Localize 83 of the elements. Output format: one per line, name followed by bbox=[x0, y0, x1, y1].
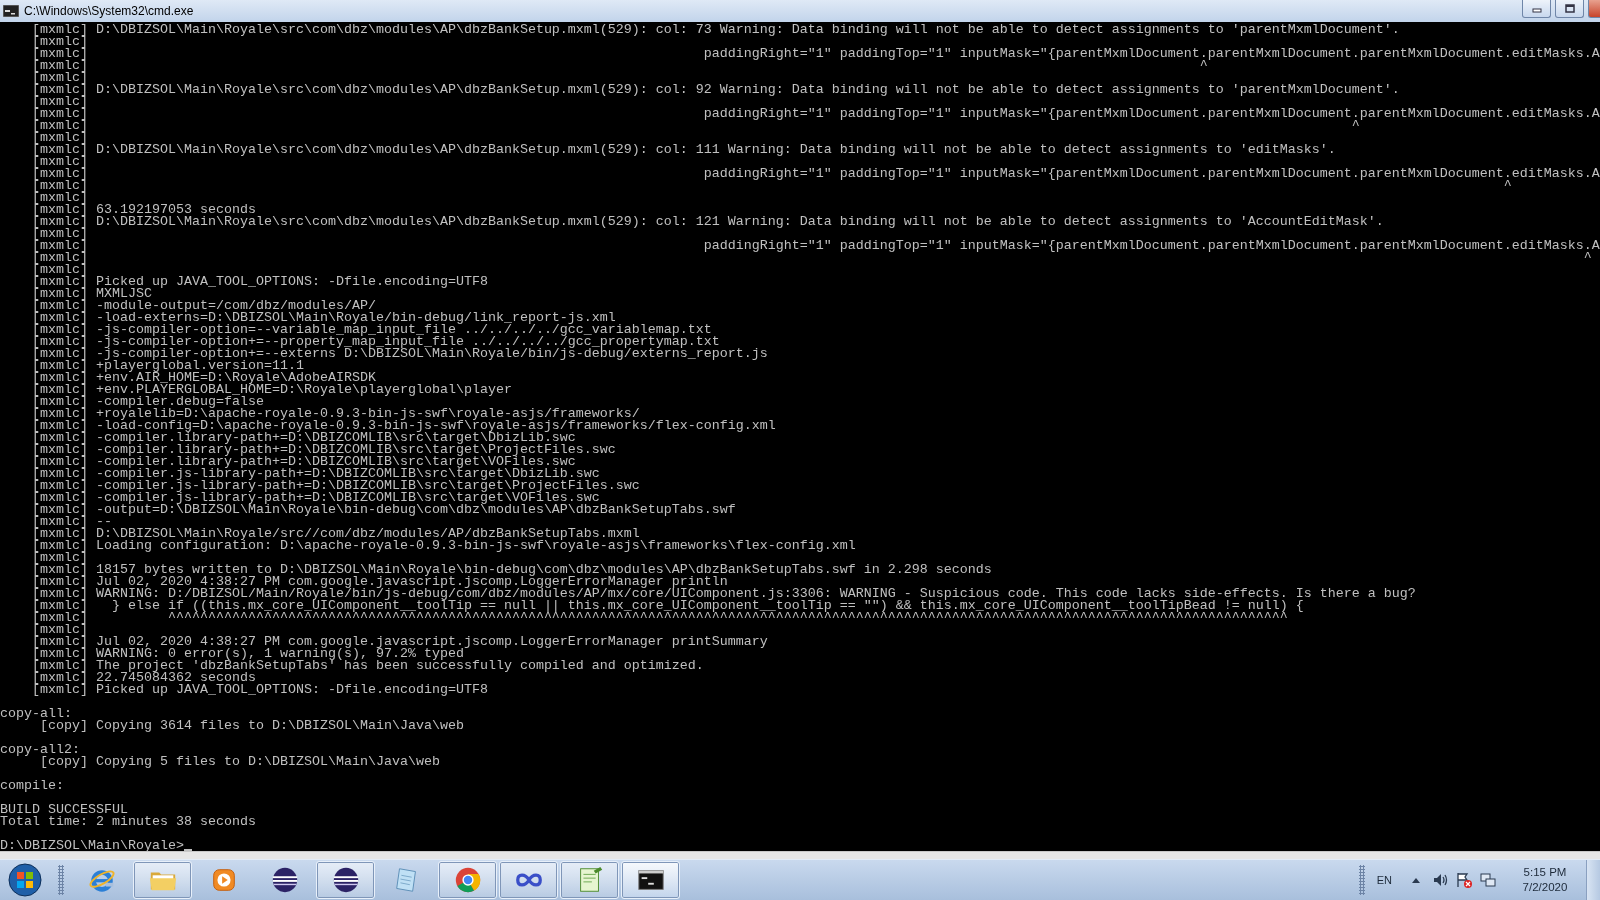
console-line: [mxmlc] -compiler.library-path+=D:\DBIZCOMLIB\src\target\ProjectFiles.swc bbox=[31, 444, 616, 456]
console-line: [mxmlc] 18157 bytes written to D:\DBIZSOL\Main\Royale\bin-debug\com\dbz\modules\AP\dbzBankSetupTabs.swf in 2.298 seconds bbox=[31, 564, 992, 576]
console-line: [mxmlc] ^^^^^^^^^^^^^^^^^^^^^^^^^^^^^^^^^^^^^^^^^^^^^^^^^^^^^^^^^^^^^^^^^^^^^^^^^^^^^^^^^^^^^^^^^^^^^^^^^^^^^^^^^^^^^^^^^^^^^^^^^^^^^^^^^^^^^^^^^^^^ bbox=[31, 612, 1288, 624]
console-line: [mxmlc] D:\DBIZSOL\Main\Royale\src\com\dbz\modules\AP\dbzBankSetup.mxml(529): col: 73 Warning: Data binding will not be able to detect assignments to 'parentMxmlDocument'. bbox=[31, 24, 1400, 36]
show-desktop-button[interactable] bbox=[1586, 859, 1600, 900]
console-line: [mxmlc] -compiler.js-library-path+=D:\DBIZCOMLIB\src\target\DbizLib.swc bbox=[31, 468, 600, 480]
console-line: Total time: 2 minutes 38 seconds bbox=[0, 816, 256, 828]
restore-button[interactable] bbox=[1555, 0, 1584, 18]
console-line: [mxmlc] -js-compiler-option=--variable_map_input_file ../../../../gcc_variablemap.txt bbox=[31, 324, 712, 336]
console-line: [mxmlc] paddingRight="1" paddingTop="1" inputMask="{parentMxmlDocument.parentMxmlDocument.parentMxmlDocument.editMasks.A bbox=[31, 48, 1600, 60]
console-line: [mxmlc] -load-externs=D:\DBIZSOL\Main\Royale/bin-debug/link_report-js.xml bbox=[31, 312, 616, 324]
console-line: [mxmlc] -js-compiler-option+=--externs D:\DBIZSOL\Main\Royale/bin/js-debug/externs_report.js bbox=[31, 348, 768, 360]
console-line: [mxmlc] WARNING: 0 error(s), 1 warning(s), 97.2% typed bbox=[31, 648, 464, 660]
console-line: [mxmlc] paddingRight="1" paddingTop="1" inputMask="{parentMxmlDocument.parentMxmlDocument.parentMxmlDocument.editMasks.A bbox=[31, 168, 1600, 180]
console-line: [mxmlc] D:\DBIZSOL\Main\Royale\src\com\dbz\modules\AP\dbzBankSetup.mxml(529): col: 92 Warning: Data binding will not be able to detect assignments to 'parentMxmlDocument'. bbox=[31, 84, 1400, 96]
console-line: [mxmlc] D:\DBIZSOL\Main\Royale\src\com\dbz\modules\AP\dbzBankSetup.mxml(529): col: 111 Warning: Data binding will not be able to detect assignments to 'editMasks'. bbox=[31, 144, 1336, 156]
console-line: [mxmlc] -load-config=D:\apache-royale-0.9.3-bin-js-swf\royale-asjs/frameworks/flex-config.xml bbox=[31, 420, 776, 432]
console-line: copy-all: bbox=[0, 708, 72, 720]
console-line: [mxmlc] -compiler.debug=false bbox=[31, 396, 264, 408]
console-line: [mxmlc] bbox=[31, 624, 88, 636]
console-line: [mxmlc] 63.192197053 seconds bbox=[31, 204, 256, 216]
flag-icon[interactable] bbox=[1456, 872, 1472, 888]
console-line: [mxmlc] paddingRight="1" paddingTop="1" inputMask="{parentMxmlDocument.parentMxmlDocument.parentMxmlDocument.editMasks.A bbox=[31, 108, 1600, 120]
taskbar-button[interactable] bbox=[621, 861, 680, 899]
console-line: [mxmlc] Loading configuration: D:\apache-royale-0.9.3-bin-js-swf\royale-asjs\frameworks\flex-config.xml bbox=[31, 540, 856, 552]
console-line: [mxmlc] bbox=[31, 192, 88, 204]
console-line: [mxmlc] 22.745084362 seconds bbox=[31, 672, 256, 684]
console-line: [mxmlc] bbox=[31, 96, 88, 108]
console-line: [mxmlc] bbox=[31, 156, 88, 168]
console-line: [mxmlc] Jul 02, 2020 4:38:27 PM com.google.javascript.jscomp.LoggerErrorManager println bbox=[31, 576, 728, 588]
orb-icon bbox=[7, 862, 43, 898]
console-line: [mxmlc] ^ bbox=[31, 120, 1360, 132]
console-line: [mxmlc] bbox=[31, 264, 88, 276]
console-line: [mxmlc] ^ bbox=[31, 252, 1592, 264]
text-cursor bbox=[183, 849, 192, 851]
console-line: [mxmlc] bbox=[31, 132, 88, 144]
language-indicator[interactable]: EN bbox=[1376, 874, 1392, 886]
console-line: [mxmlc] WARNING: D:/DBIZSOL/Main/Royale/bin/js-debug/com/dbz/modules/AP/mx/core/UIComponent.js:3306: WARNING - Suspicious code. This code lacks side-effects. Is there a bug? bbox=[31, 588, 1416, 600]
console-line: [mxmlc] bbox=[31, 72, 88, 84]
console-line: [mxmlc] -js-compiler-option+=--property_map_input_file ../../../../gcc_propertymap.txt bbox=[31, 336, 720, 348]
console-line: [mxmlc] +royalelib=D:\apache-royale-0.9.3-bin-js-swf\royale-asjs/frameworks/ bbox=[31, 408, 640, 420]
console-line: BUILD SUCCESSFUL bbox=[0, 804, 128, 816]
console-line: [mxmlc] Picked up JAVA_TOOL_OPTIONS: -Dfile.encoding=UTF8 bbox=[31, 684, 488, 696]
chevron-up-icon[interactable] bbox=[1412, 877, 1420, 883]
console-line: [mxmlc] D:\DBIZSOL\Main\Royale\src\com\dbz\modules\AP\dbzBankSetup.mxml(529): col: 121 Warning: Data binding will not be able to detect assignments to 'AccountEditMask'. bbox=[31, 216, 1384, 228]
console-line: [mxmlc] -- bbox=[31, 516, 112, 528]
console-line: [mxmlc] D:\DBIZSOL\Main\Royale/src//com/dbz/modules/AP/dbzBankSetupTabs.mxml bbox=[31, 528, 640, 540]
console-line: [mxmlc] -compiler.library-path+=D:\DBIZCOMLIB\src\target\DbizLib.swc bbox=[31, 432, 576, 444]
console-line: [mxmlc] The project 'dbzBankSetupTabs' has been successfully compiled and optimized. bbox=[31, 660, 704, 672]
console-line: [mxmlc] bbox=[31, 552, 88, 564]
network-icon[interactable] bbox=[1480, 872, 1496, 888]
window-title: C:\Windows\System32\cmd.exe bbox=[24, 4, 194, 18]
console-line: [mxmlc] +env.PLAYERGLOBAL_HOME=D:\Royale\playerglobal\player bbox=[31, 384, 512, 396]
toolbar-grip[interactable] bbox=[58, 865, 64, 895]
console-line: [mxmlc] bbox=[31, 36, 88, 48]
speaker-icon[interactable] bbox=[1432, 872, 1448, 888]
console-line: [mxmlc] paddingRight="1" paddingTop="1" inputMask="{parentMxmlDocument.parentMxmlDocument.parentMxmlDocument.editMasks.A bbox=[31, 240, 1600, 252]
console-line: [mxmlc] Jul 02, 2020 4:38:27 PM com.google.javascript.jscomp.LoggerErrorManager printSummary bbox=[31, 636, 768, 648]
close-button[interactable] bbox=[1588, 0, 1600, 18]
console-line: [mxmlc] -module-output=/com/dbz/modules/AP/ bbox=[31, 300, 376, 312]
console-line: [mxmlc] +playerglobal.version=11.1 bbox=[31, 360, 304, 372]
toolbar-grip[interactable] bbox=[1358, 865, 1365, 895]
console-line: [mxmlc] -compiler.js-library-path+=D:\DBIZCOMLIB\src\target\ProjectFiles.swc bbox=[31, 480, 640, 492]
console-line: [mxmlc] bbox=[31, 228, 88, 240]
taskbar-button[interactable] bbox=[316, 861, 375, 899]
console-line: [mxmlc] Picked up JAVA_TOOL_OPTIONS: -Dfile.encoding=UTF8 bbox=[31, 276, 488, 288]
console-line: [copy] Copying 5 files to D:\DBIZSOL\Main\Java\web bbox=[40, 756, 440, 768]
console-line: [mxmlc] ^ bbox=[31, 180, 1512, 192]
console-line: [mxmlc] -compiler.library-path+=D:\DBIZCOMLIB\src\target\VOFiles.swc bbox=[31, 456, 576, 468]
console-line: [mxmlc] -output=D:\DBIZSOL\Main\Royale\bin-debug\com\dbz\modules\AP\dbzBankSetupTabs.swf bbox=[31, 504, 736, 516]
console-line: [copy] Copying 3614 files to D:\DBIZSOL\Main\Java\web bbox=[40, 720, 464, 732]
command-prompt: D:\DBIZSOL\Main\Royale> bbox=[0, 840, 184, 851]
horizontal-scrollbar[interactable] bbox=[0, 851, 1600, 859]
terminal-icon bbox=[3, 5, 19, 17]
console-line: [mxmlc] +env.AIR_HOME=D:\Royale\AdobeAIRSDK bbox=[31, 372, 376, 384]
console-line: compile: bbox=[0, 780, 64, 792]
restore-icon bbox=[1564, 4, 1575, 13]
console-line: copy-all2: bbox=[0, 744, 80, 756]
clock[interactable]: 5:15 PM 7/2/2020 bbox=[1506, 865, 1584, 895]
console-line: [mxmlc] MXMLJSC bbox=[31, 288, 152, 300]
console-line: [mxmlc] -compiler.js-library-path+=D:\DBIZCOMLIB\src\target\VOFiles.swc bbox=[31, 492, 600, 504]
console-line: [mxmlc] ^ bbox=[31, 60, 1208, 72]
console-line: [mxmlc] } else if ((this.mx_core_UIComponent__toolTip == null || this.mx_core_UIComponent__toolTip == "") && this.mx_core_UIComponent__toolTipBead != null) { bbox=[31, 600, 1304, 612]
